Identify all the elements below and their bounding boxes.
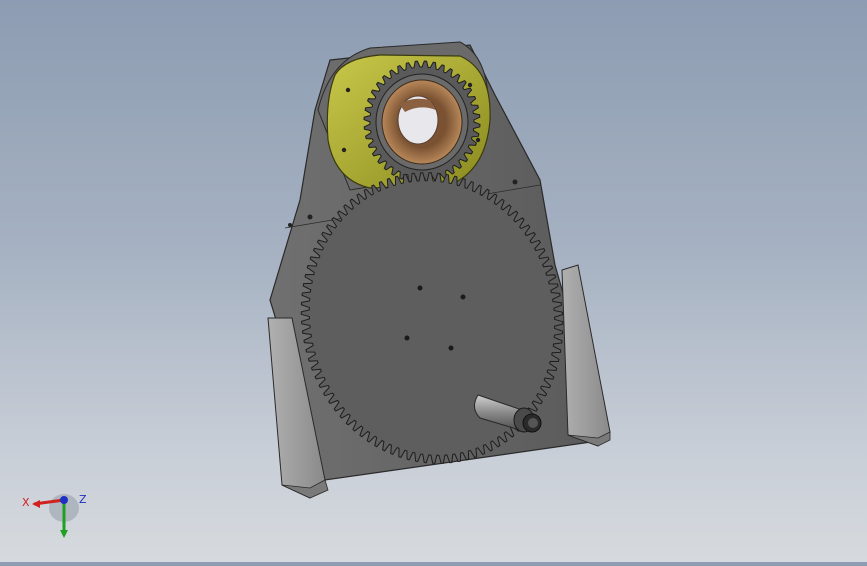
view-orientation-triad[interactable]: X Z <box>14 486 94 546</box>
model-view[interactable] <box>0 0 867 562</box>
x-axis-arrowhead-icon <box>32 500 40 508</box>
right-support-rib[interactable] <box>561 264 611 447</box>
y-axis-arrowhead-icon <box>60 530 68 538</box>
z-axis-dot <box>60 496 68 504</box>
x-axis-label: X <box>22 496 30 509</box>
bore-bushing[interactable] <box>375 73 469 171</box>
graphics-viewport[interactable]: X Z <box>0 0 867 562</box>
z-axis-label: Z <box>79 493 87 506</box>
